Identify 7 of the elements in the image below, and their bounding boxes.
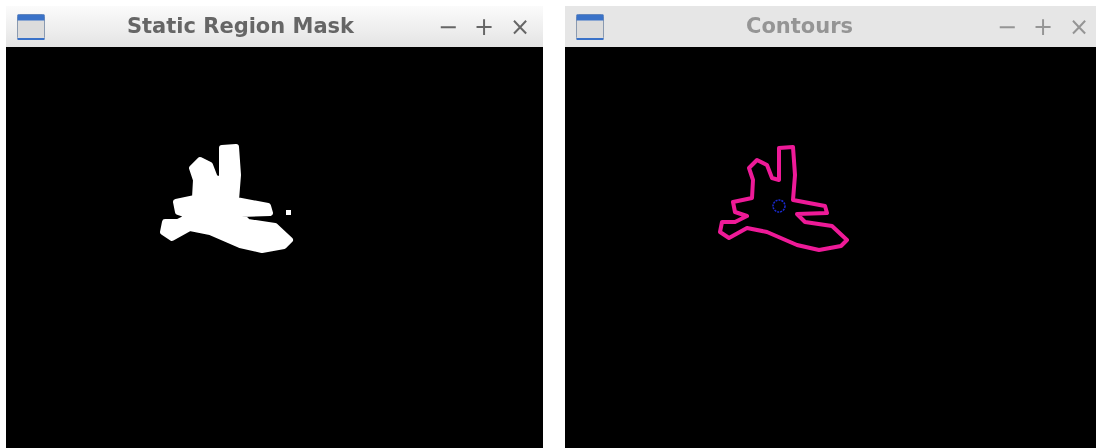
window-title: Contours: [745, 12, 854, 40]
close-button[interactable]: ×: [508, 14, 532, 39]
maximize-button[interactable]: +: [472, 14, 496, 39]
window-icon: [17, 13, 45, 40]
window-icon: [576, 13, 604, 40]
window-title: Static Region Mask: [126, 12, 355, 40]
minimize-button[interactable]: −: [436, 14, 460, 39]
